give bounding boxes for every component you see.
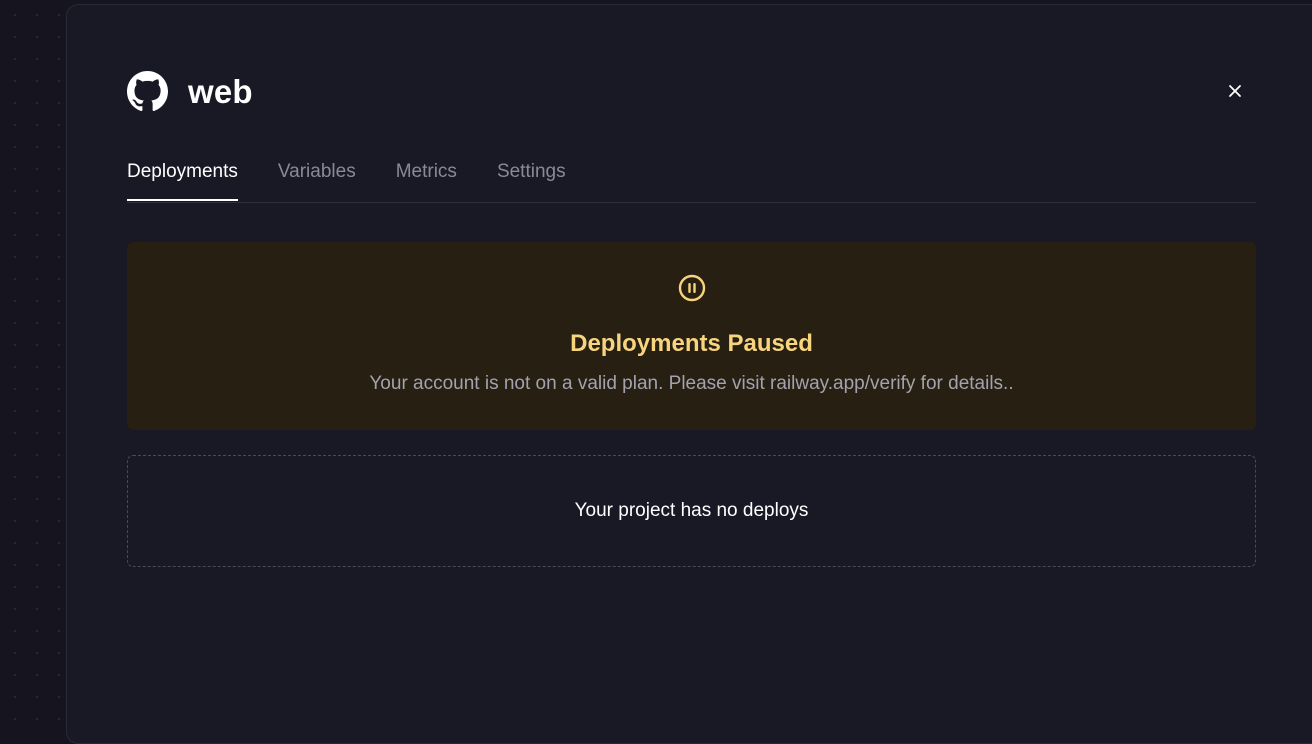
- empty-state-text: Your project has no deploys: [574, 500, 809, 521]
- close-icon: [1229, 85, 1241, 97]
- tab-variables[interactable]: Variables: [278, 157, 356, 201]
- deployments-paused-banner: Deployments Paused Your account is not o…: [127, 242, 1256, 430]
- service-title: web: [188, 72, 253, 110]
- github-icon: [127, 71, 168, 112]
- tab-settings[interactable]: Settings: [497, 157, 566, 201]
- banner-title: Deployments Paused: [570, 330, 813, 357]
- tab-bar: Deployments Variables Metrics Settings: [127, 157, 1256, 203]
- service-header: web: [127, 71, 253, 112]
- deploys-empty-state: Your project has no deploys: [127, 455, 1256, 567]
- close-button[interactable]: [1225, 81, 1245, 101]
- tab-metrics[interactable]: Metrics: [396, 157, 457, 201]
- banner-message: Your account is not on a valid plan. Ple…: [369, 373, 1014, 394]
- service-panel: web Deployments Variables Metrics Settin…: [66, 4, 1312, 744]
- pause-circle-icon: [678, 274, 706, 302]
- tab-deployments[interactable]: Deployments: [127, 157, 238, 201]
